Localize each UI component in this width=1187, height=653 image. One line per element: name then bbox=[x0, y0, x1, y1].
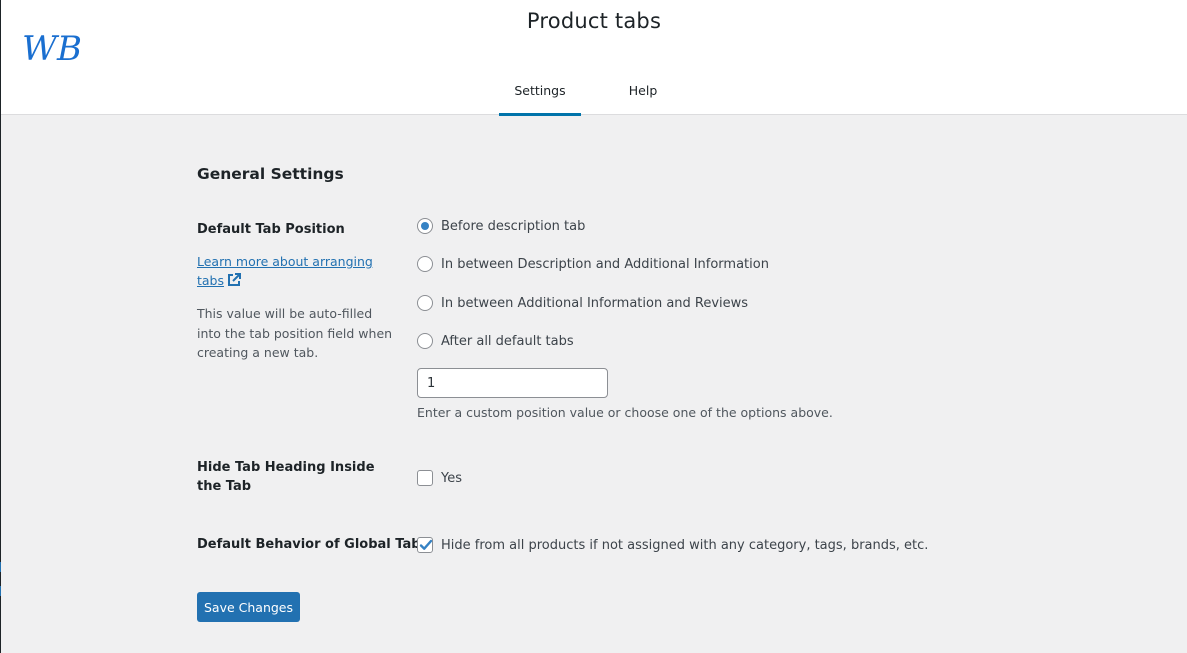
checkmark-icon bbox=[419, 539, 433, 550]
admin-sidebar-indicator bbox=[0, 586, 1, 596]
admin-sidebar-indicator bbox=[0, 562, 1, 572]
tab-help[interactable]: Help bbox=[612, 70, 674, 115]
page-title: Product tabs bbox=[526, 9, 662, 33]
radio-label: In between Additional Information and Re… bbox=[441, 295, 749, 311]
admin-sidebar-edge bbox=[0, 0, 1, 653]
radio-option-after-all[interactable]: After all default tabs bbox=[417, 333, 574, 349]
radio-option-between-description-additional[interactable]: In between Description and Additional In… bbox=[417, 256, 769, 272]
svg-text:WB: WB bbox=[22, 79, 82, 82]
radio-label: Before description tab bbox=[441, 218, 586, 234]
section-title: General Settings bbox=[197, 165, 344, 183]
default-tab-position-label: Default Tab Position bbox=[197, 222, 345, 237]
hide-tab-heading-checkbox[interactable] bbox=[417, 470, 433, 486]
external-link-icon bbox=[228, 273, 242, 286]
checkbox-label: Yes bbox=[441, 470, 462, 486]
radio-button[interactable] bbox=[417, 256, 433, 272]
global-tabs-behavior-checkbox[interactable] bbox=[417, 537, 433, 553]
learn-more-link-text: Learn more about arranging tabs bbox=[197, 254, 373, 288]
global-tabs-behavior-option[interactable]: Hide from all products if not assigned w… bbox=[417, 537, 928, 553]
radio-option-before-description[interactable]: Before description tab bbox=[417, 218, 585, 234]
custom-position-description: Enter a custom position value or choose … bbox=[417, 405, 833, 420]
radio-button[interactable] bbox=[417, 218, 433, 234]
hide-tab-heading-option[interactable]: Yes bbox=[417, 470, 462, 486]
hide-tab-heading-label: Hide Tab Heading Inside the Tab bbox=[197, 460, 375, 494]
radio-button[interactable] bbox=[417, 295, 433, 311]
radio-label: After all default tabs bbox=[441, 333, 574, 349]
page-header: WB WB Product tabs Settings Help bbox=[1, 0, 1187, 116]
radio-label: In between Description and Additional In… bbox=[441, 256, 769, 272]
save-changes-button[interactable]: Save Changes bbox=[197, 592, 300, 622]
svg-text:WB: WB bbox=[22, 29, 82, 69]
tab-settings[interactable]: Settings bbox=[499, 70, 581, 116]
custom-position-input[interactable] bbox=[417, 368, 608, 398]
tab-bar: Settings Help bbox=[499, 70, 674, 116]
global-tabs-behavior-label: Default Behavior of Global Tabs bbox=[197, 537, 429, 552]
checkbox-label: Hide from all products if not assigned w… bbox=[441, 537, 929, 553]
radio-button[interactable] bbox=[417, 333, 433, 349]
learn-more-link[interactable]: Learn more about arranging tabs bbox=[197, 252, 387, 290]
tab-position-description: This value will be auto-filled into the … bbox=[197, 306, 393, 360]
radio-option-between-additional-reviews[interactable]: In between Additional Information and Re… bbox=[417, 295, 748, 311]
